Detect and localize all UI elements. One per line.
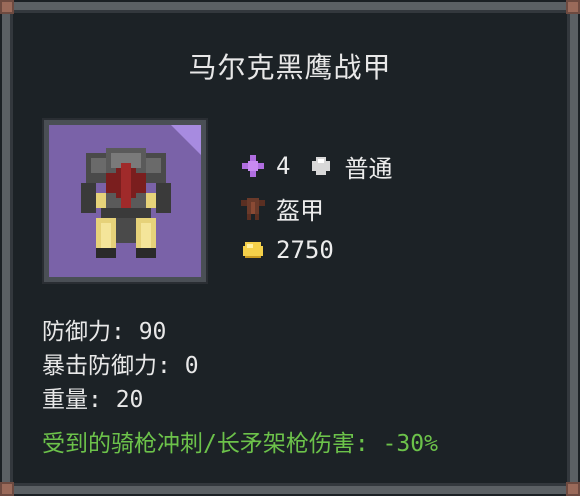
price-row: 2750 [240,234,334,266]
tier-value: 4 [276,152,291,180]
quality-gem-icon [308,153,334,179]
weight-stat: 重量: 20 [42,387,144,413]
item-title: 马尔克黑鹰战甲 [188,51,392,84]
armor-category-icon [240,195,266,221]
item-tooltip: 马尔克黑鹰战甲 4 普通 盔甲 2750 防御力: 90 暴击防御力: 0 重量… [0,0,580,496]
category-row: 盔甲 [240,192,324,225]
corner-ornament [566,0,580,14]
quality-label: 普通 [344,154,393,183]
corner-ornament [0,0,14,14]
tier-star-icon [240,153,266,179]
price-value: 2750 [276,236,334,264]
corner-ornament [566,482,580,496]
defense-stat: 防御力: 90 [42,319,167,345]
crit-defense-stat: 暴击防御力: 0 [42,353,199,379]
gold-coin-icon [240,237,266,263]
special-effect: 受到的骑枪冲刺/长矛架枪伤害: -30% [42,431,438,457]
corner-ornament [0,482,14,496]
category-label: 盔甲 [276,196,324,225]
item-icon-frame [42,118,208,284]
tier-quality-row: 4 普通 [240,150,393,183]
armor-icon [81,148,171,258]
